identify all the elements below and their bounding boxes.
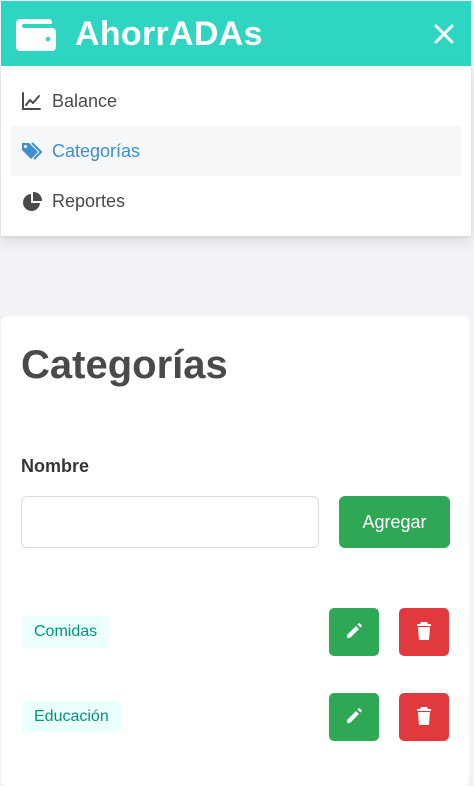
tags-icon <box>21 141 43 161</box>
pencil-icon <box>345 707 363 728</box>
category-tag: Comidas <box>22 616 110 648</box>
navbar: AhorrADAs <box>1 1 471 66</box>
menu-item-balance[interactable]: Balance <box>11 76 461 126</box>
close-icon[interactable] <box>433 23 455 45</box>
menu-item-categorias[interactable]: Categorías <box>11 126 461 176</box>
edit-category-button[interactable] <box>329 608 379 656</box>
name-label: Nombre <box>21 456 90 476</box>
delete-category-button[interactable] <box>399 693 449 741</box>
menu-item-reportes[interactable]: Reportes <box>11 176 461 226</box>
categories-card: Categorías Nombre Agregar Comidas Educac… <box>1 316 469 786</box>
menu-item-label: Categorías <box>52 140 141 161</box>
page-title: Categorías <box>21 343 228 387</box>
trash-icon <box>416 621 432 644</box>
edit-category-button[interactable] <box>329 693 379 741</box>
category-name-input[interactable] <box>21 496 319 548</box>
chart-line-icon <box>21 91 41 111</box>
app-title: AhorrADAs <box>75 15 263 53</box>
category-tag: Educación <box>22 701 121 733</box>
add-category-button[interactable]: Agregar <box>339 496 450 548</box>
category-row: Educación <box>21 693 451 741</box>
trash-icon <box>416 706 432 729</box>
delete-category-button[interactable] <box>399 608 449 656</box>
menu-item-label: Balance <box>52 90 118 111</box>
nav-menu: Balance Categorías Reportes <box>1 66 471 236</box>
category-row: Comidas <box>21 608 451 656</box>
pencil-icon <box>345 622 363 643</box>
wallet-icon <box>16 16 56 52</box>
pie-chart-icon <box>21 191 43 211</box>
menu-item-label: Reportes <box>52 190 126 211</box>
